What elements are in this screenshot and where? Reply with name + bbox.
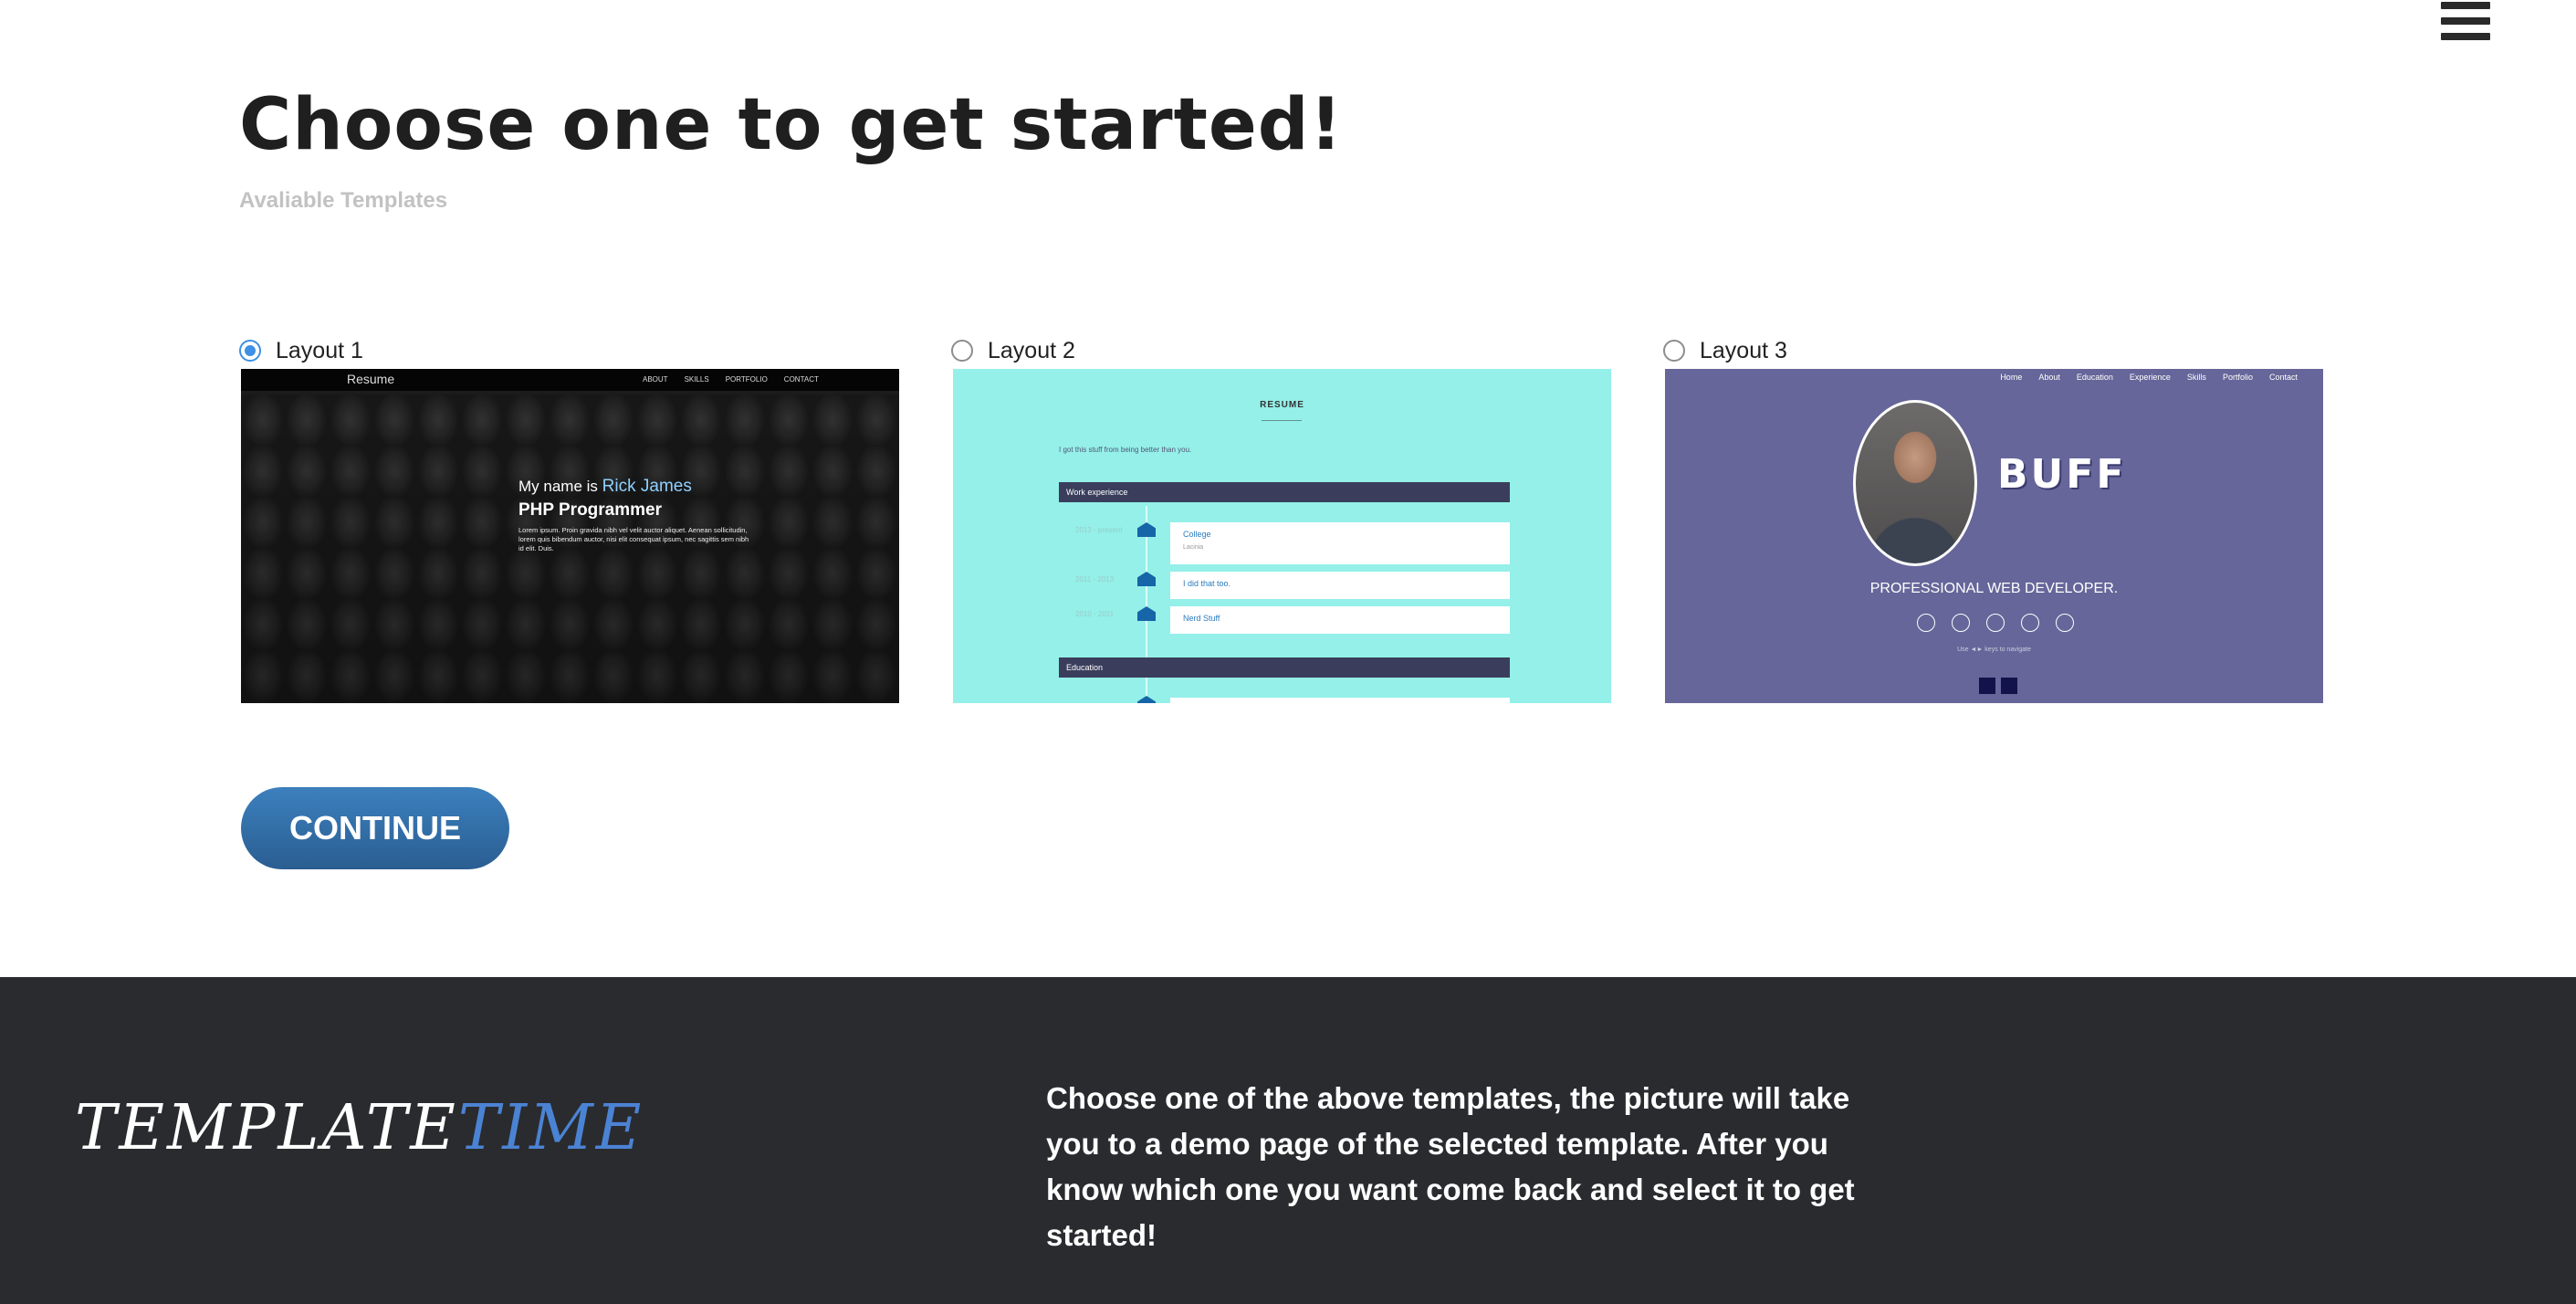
preview-nav: ABOUT SKILLS PORTFOLIO CONTACT xyxy=(643,375,819,384)
footer: TEMPLATETIME Choose one of the above tem… xyxy=(0,977,2576,1304)
preview-arrows xyxy=(1979,678,2023,694)
hamburger-menu-icon[interactable] xyxy=(2441,2,2490,46)
facebook-icon xyxy=(1917,614,1935,632)
email-icon xyxy=(2021,614,2039,632)
footer-logo: TEMPLATETIME xyxy=(75,1092,644,1164)
layout-1-label: Layout 1 xyxy=(276,337,363,363)
preview-item: Nerd Stuff xyxy=(1170,606,1510,634)
skype-icon xyxy=(2056,614,2074,632)
layout-3-preview[interactable]: Home About Education Experience Skills Portfo… xyxy=(1665,369,2323,703)
preview-hint: Use ◄► keys to navigate xyxy=(1957,647,2031,653)
preview-text: Lorem ipsum. Proin gravida nibh vel veli… xyxy=(518,526,749,552)
layout-2-label: Layout 2 xyxy=(988,337,1075,363)
preview-greeting: My name is Rick James xyxy=(518,477,692,496)
preview-intro: I got this stuff from being better than … xyxy=(1059,446,1192,454)
preview-social-icons xyxy=(1917,614,2090,632)
continue-button[interactable]: CONTINUE xyxy=(241,787,509,869)
preview-role: PHP Programmer xyxy=(518,500,662,520)
footer-text: Choose one of the above templates, the p… xyxy=(1046,1081,1855,1252)
layout-2-radio[interactable] xyxy=(951,340,973,362)
page-subtitle: Avaliable Templates xyxy=(239,188,448,213)
layout-2-preview[interactable]: RESUME I got this stuff from being bette… xyxy=(953,369,1611,703)
page-title: Choose one to get started! xyxy=(239,84,1344,166)
preview-name: BUFF xyxy=(1997,451,2127,498)
preview-section-work: Work experience xyxy=(1059,482,1510,502)
layout-1-preview[interactable]: Resume ABOUT SKILLS PORTFOLIO CONTACT My na… xyxy=(241,369,899,703)
preview-avatar xyxy=(1853,400,1977,566)
layout-3-option[interactable]: Layout 3 xyxy=(1663,334,1787,367)
layout-3-radio[interactable] xyxy=(1663,340,1685,362)
preview-brand: Resume xyxy=(347,372,395,386)
layout-3-label: Layout 3 xyxy=(1700,337,1787,363)
arrow-left-icon xyxy=(1979,678,1995,694)
preview-role: PROFESSIONAL WEB DEVELOPER. xyxy=(1869,581,2119,596)
preview-nav: Home About Education Experience Skills Portfo… xyxy=(2000,373,2298,382)
instagram-icon xyxy=(1952,614,1970,632)
layout-2-option[interactable]: Layout 2 xyxy=(951,334,1075,367)
preview-heading: RESUME xyxy=(1260,400,1304,410)
layout-1-radio[interactable] xyxy=(239,340,261,362)
layout-1-option[interactable]: Layout 1 xyxy=(239,334,363,367)
arrow-right-icon xyxy=(2001,678,2017,694)
preview-section-education: Education xyxy=(1059,657,1510,678)
preview-item: College Lacinia xyxy=(1170,522,1510,564)
twitter-icon xyxy=(1986,614,2005,632)
preview-item: I did that too. xyxy=(1170,572,1510,599)
